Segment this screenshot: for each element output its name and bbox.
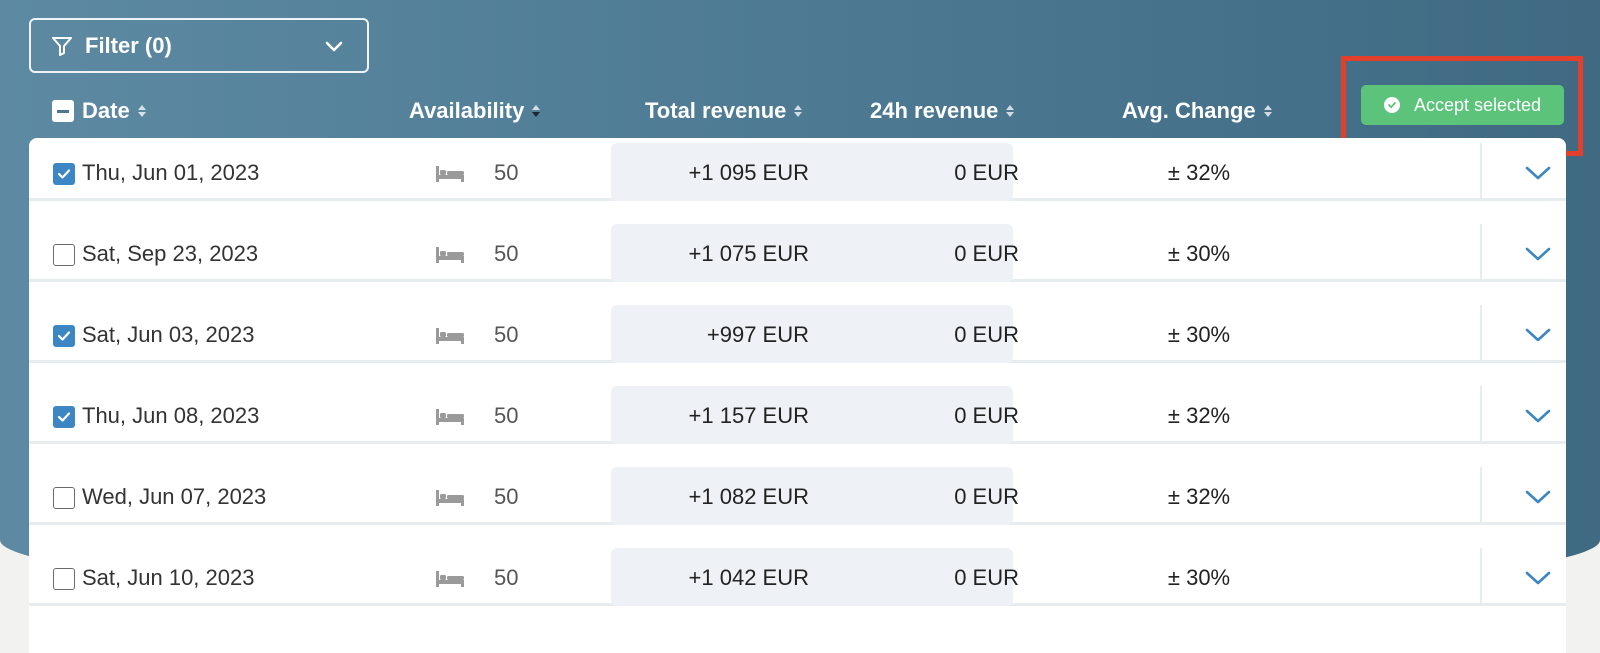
row-divider: [1480, 143, 1482, 201]
row-total-revenue: +1 042 EUR: [688, 565, 809, 590]
row-24h-revenue: 0 EUR: [954, 241, 1019, 266]
bed-icon: [435, 246, 465, 264]
table-row[interactable]: Thu, Jun 08, 2023 50 +1 157 EUR 0 EUR ± …: [29, 363, 1566, 444]
row-avg-change: ± 32%: [1167, 484, 1231, 509]
filter-label: Filter (0): [85, 32, 172, 58]
select-all-checkbox[interactable]: [52, 100, 74, 122]
bed-icon: [435, 165, 465, 183]
row-checkbox[interactable]: [53, 568, 75, 590]
sort-icon: [532, 105, 541, 117]
row-date: Wed, Jun 07, 2023: [82, 484, 267, 509]
chevron-down-icon[interactable]: [1524, 323, 1552, 347]
chevron-down-icon: [323, 35, 345, 57]
row-date: Sat, Jun 03, 2023: [82, 322, 255, 347]
row-24h-revenue: 0 EUR: [954, 160, 1019, 185]
row-24h-revenue: 0 EUR: [954, 484, 1019, 509]
column-header-avg-change[interactable]: Avg. Change: [1122, 90, 1272, 132]
row-divider: [1480, 467, 1482, 525]
check-circle-icon: [1383, 97, 1400, 113]
results-table: Thu, Jun 01, 2023 50 +1 095 EUR 0 EUR ± …: [29, 138, 1566, 653]
table-row[interactable]: Wed, Jun 07, 2023 50 +1 082 EUR 0 EUR ± …: [29, 444, 1566, 525]
accept-selected-button[interactable]: Accept selected: [1361, 85, 1564, 125]
table-row[interactable]: Sat, Jun 03, 2023 50 +997 EUR 0 EUR ± 30…: [29, 282, 1566, 363]
row-date: Thu, Jun 01, 2023: [82, 160, 260, 185]
row-24h-revenue: 0 EUR: [954, 403, 1019, 428]
bed-icon: [435, 327, 465, 345]
accept-selected-label: Accept selected: [1413, 94, 1542, 115]
column-header-total-revenue[interactable]: Total revenue: [645, 90, 803, 132]
chevron-down-icon[interactable]: [1524, 485, 1552, 509]
row-availability: 50: [494, 565, 519, 590]
column-header-availability-label: Availability: [409, 98, 525, 123]
row-divider: [1480, 548, 1482, 606]
row-avg-change: ± 30%: [1167, 322, 1231, 347]
row-avg-change: ± 30%: [1167, 565, 1231, 590]
funnel-icon: [51, 35, 73, 57]
row-availability: 50: [494, 160, 519, 185]
row-avg-change: ± 32%: [1167, 160, 1231, 185]
row-availability: 50: [494, 403, 519, 428]
column-header-avg-change-label: Avg. Change: [1122, 98, 1256, 123]
chevron-down-icon[interactable]: [1524, 404, 1552, 428]
bed-icon: [435, 570, 465, 588]
table-row[interactable]: Sat, Sep 23, 2023 50 +1 075 EUR 0 EUR ± …: [29, 201, 1566, 282]
row-total-revenue: +997 EUR: [706, 322, 809, 347]
bed-icon: [435, 408, 465, 426]
row-divider: [1480, 305, 1482, 363]
chevron-down-icon[interactable]: [1524, 161, 1552, 185]
row-total-revenue: +1 075 EUR: [688, 241, 809, 266]
row-total-revenue: +1 082 EUR: [688, 484, 809, 509]
row-availability: 50: [494, 322, 519, 347]
row-availability: 50: [494, 484, 519, 509]
row-total-revenue: +1 095 EUR: [688, 160, 809, 185]
row-checkbox[interactable]: [53, 406, 75, 428]
chevron-down-icon[interactable]: [1524, 566, 1552, 590]
sort-icon: [1006, 105, 1015, 117]
sort-icon: [137, 105, 146, 117]
sort-icon: [1263, 105, 1272, 117]
row-date: Sat, Jun 10, 2023: [82, 565, 255, 590]
table-row[interactable]: Thu, Jun 01, 2023 50 +1 095 EUR 0 EUR ± …: [29, 138, 1566, 201]
row-24h-revenue: 0 EUR: [954, 322, 1019, 347]
row-divider: [1480, 224, 1482, 282]
column-header-24h-revenue-label: 24h revenue: [870, 98, 999, 123]
row-date: Thu, Jun 08, 2023: [82, 403, 260, 428]
row-avg-change: ± 30%: [1167, 241, 1231, 266]
filter-dropdown[interactable]: Filter (0): [29, 18, 369, 73]
row-24h-revenue: 0 EUR: [954, 565, 1019, 590]
row-avg-change: ± 32%: [1167, 403, 1231, 428]
column-header-24h-revenue[interactable]: 24h revenue: [870, 90, 1015, 132]
sort-icon: [794, 105, 803, 117]
row-checkbox[interactable]: [53, 325, 75, 347]
row-checkbox[interactable]: [53, 244, 75, 266]
row-availability: 50: [494, 241, 519, 266]
row-checkbox[interactable]: [53, 487, 75, 509]
table-row[interactable]: Sat, Jun 10, 2023 50 +1 042 EUR 0 EUR ± …: [29, 525, 1566, 606]
row-checkbox[interactable]: [53, 163, 75, 185]
row-divider: [1480, 386, 1482, 444]
row-total-revenue: +1 157 EUR: [688, 403, 809, 428]
column-header-availability[interactable]: Availability: [409, 90, 541, 132]
row-date: Sat, Sep 23, 2023: [82, 241, 259, 266]
column-header-total-revenue-label: Total revenue: [645, 98, 787, 123]
column-header-date[interactable]: Date: [52, 90, 146, 132]
bed-icon: [435, 489, 465, 507]
column-header-date-label: Date: [82, 98, 130, 123]
chevron-down-icon[interactable]: [1524, 242, 1552, 266]
